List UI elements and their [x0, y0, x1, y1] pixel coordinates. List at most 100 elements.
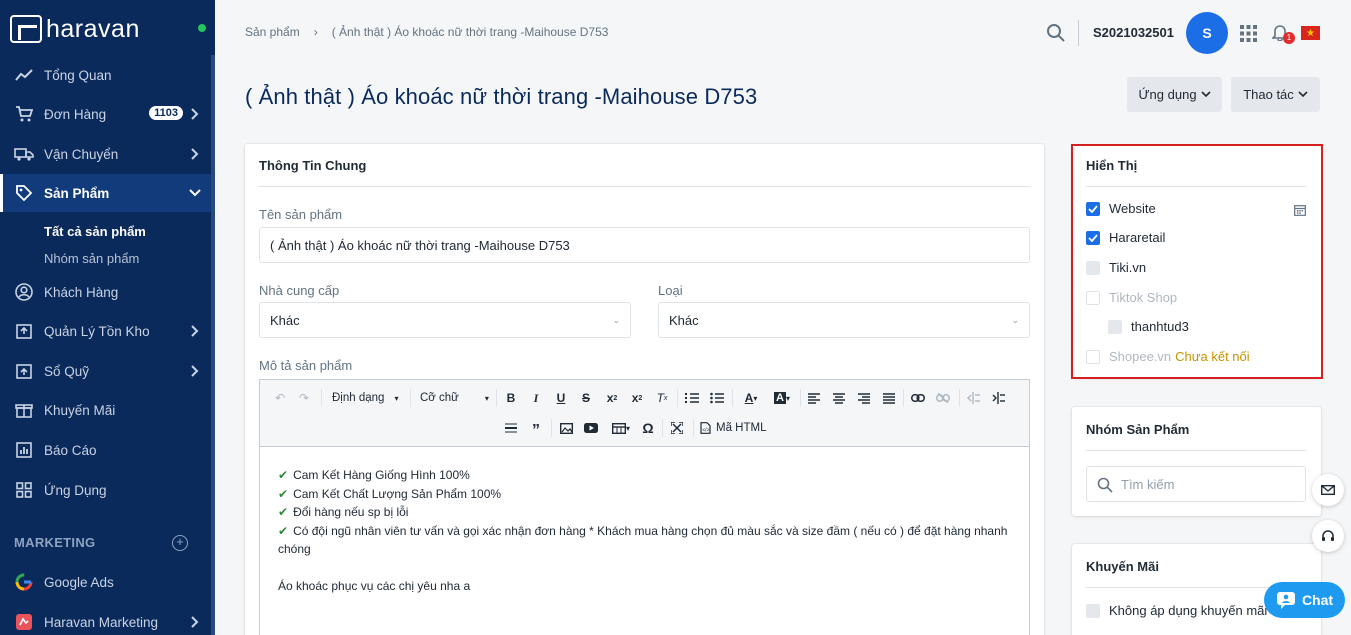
bullet-list-icon[interactable]	[708, 389, 726, 407]
channel-tiktok-account[interactable]: thanhtud3	[1108, 319, 1189, 334]
image-icon[interactable]	[558, 419, 574, 437]
redo-icon[interactable]: ↷	[296, 389, 312, 407]
nav-overview[interactable]: Tổng Quan	[0, 60, 211, 90]
fullscreen-icon[interactable]	[669, 419, 685, 437]
avatar[interactable]: S	[1186, 12, 1228, 54]
no-promotion-option[interactable]: Không áp dụng khuyến mãi	[1086, 603, 1267, 618]
separator	[732, 389, 733, 407]
chevron-down-icon	[1200, 91, 1211, 98]
special-character-icon[interactable]: Ω	[640, 419, 656, 437]
breadcrumb-current: ( Ảnh thật ) Áo khoác nữ thời trang -Mai…	[331, 25, 609, 39]
ordered-list-icon[interactable]	[683, 389, 701, 407]
checkbox-unchecked-icon[interactable]	[1108, 319, 1122, 334]
content-line: ✔ Đổi hàng nếu sp bị lỗi	[278, 505, 409, 520]
text-color-icon[interactable]: A ▾	[739, 389, 763, 407]
mail-icon[interactable]	[1312, 474, 1344, 506]
checkbox-unchecked-icon[interactable]	[1086, 260, 1100, 275]
group-search-input[interactable]: Tìm kiếm	[1086, 466, 1306, 502]
description-editor[interactable]: ↶ ↷ Định dạng ▾ Cỡ chữ ▾ B I U S x2 x2 Tx …	[259, 379, 1030, 635]
google-icon	[14, 573, 34, 591]
align-center-icon[interactable]	[831, 389, 847, 407]
breadcrumb-products-link[interactable]: Sản phẩm	[245, 25, 300, 39]
shop-id[interactable]: S2021032501	[1093, 25, 1174, 40]
table-icon[interactable]: ▾	[608, 419, 634, 437]
channel-hararetail[interactable]: Hararetail	[1086, 230, 1165, 245]
video-icon[interactable]	[583, 419, 599, 437]
chat-label: Chat	[1301, 592, 1334, 608]
format-dropdown[interactable]: Định dạng ▾	[332, 389, 406, 407]
calendar-schedule-icon[interactable]	[1294, 204, 1306, 219]
nav-haravan-marketing[interactable]: Haravan Marketing	[0, 607, 211, 635]
nav-products[interactable]: Sản Phẩm	[0, 174, 211, 212]
separator	[693, 419, 694, 437]
superscript-icon[interactable]: x2	[628, 389, 646, 407]
actions-dropdown-button[interactable]: Thao tác	[1231, 77, 1320, 112]
display-title: Hiển Thị	[1086, 158, 1138, 173]
html-source-button[interactable]: </> Mã HTML	[700, 419, 770, 437]
nav-shipping[interactable]: Vận Chuyển	[0, 139, 211, 169]
channel-tiktok-shop[interactable]: Tiktok Shop	[1086, 290, 1177, 305]
nav-orders[interactable]: Đơn Hàng 1103	[0, 99, 211, 129]
strikethrough-icon[interactable]: S	[578, 389, 594, 407]
checkbox-disabled-icon[interactable]	[1086, 349, 1100, 364]
bold-icon[interactable]: B	[503, 389, 519, 407]
add-marketing-channel-button[interactable]: +	[172, 535, 188, 551]
button-label: Thao tác	[1243, 87, 1294, 102]
haravan-logo[interactable]: haravan	[10, 14, 140, 44]
undo-icon[interactable]: ↶	[272, 389, 288, 407]
unlink-icon[interactable]	[935, 389, 951, 407]
background-color-icon[interactable]: A ▾	[769, 389, 795, 407]
nav-google-ads[interactable]: Google Ads	[0, 567, 211, 597]
type-label: Loại	[658, 283, 683, 298]
search-icon[interactable]	[1046, 23, 1066, 46]
nav-cashbook[interactable]: Sổ Quỹ	[0, 356, 211, 386]
sub-nav-product-groups[interactable]: Nhóm sản phẩm	[44, 251, 139, 266]
align-right-icon[interactable]	[856, 389, 872, 407]
underline-icon[interactable]: U	[553, 389, 569, 407]
product-name-input[interactable]: ( Ảnh thật ) Áo khoác nữ thời trang -Mai…	[259, 227, 1030, 263]
headset-icon[interactable]	[1312, 520, 1344, 552]
cashbook-icon	[14, 362, 34, 380]
align-left-icon[interactable]	[806, 389, 822, 407]
chat-button[interactable]: Chat	[1264, 582, 1345, 618]
subscript-icon[interactable]: x2	[603, 389, 621, 407]
app-launcher-icon[interactable]	[1240, 25, 1257, 45]
nav-customers[interactable]: Khách Hàng	[0, 277, 211, 307]
quote-icon[interactable]: ”	[528, 419, 544, 439]
nav-promotions[interactable]: Khuyến Mãi	[0, 395, 211, 425]
type-select[interactable]: Khác ⌄	[658, 302, 1030, 338]
checkbox-checked-icon[interactable]	[1086, 230, 1100, 245]
not-connected-link[interactable]: Chưa kết nối	[1175, 349, 1249, 364]
nav-label: Google Ads	[44, 574, 114, 590]
chevron-right-icon	[187, 106, 203, 122]
outdent-icon[interactable]	[965, 389, 981, 407]
horizontal-rule-icon[interactable]	[503, 419, 519, 437]
checkbox-unchecked-icon[interactable]	[1086, 603, 1100, 618]
link-icon[interactable]	[910, 389, 926, 407]
editor-content[interactable]: ✔ Cam Kết Hàng Giống Hình 100% ✔ Cam Kết C…	[278, 466, 1008, 596]
checkbox-disabled-icon[interactable]	[1086, 290, 1100, 305]
channel-website[interactable]: Website	[1086, 201, 1156, 216]
nav-apps[interactable]: Ứng Dụng	[0, 475, 211, 505]
breadcrumb: Sản phẩm › ( Ảnh thật ) Áo khoác nữ thời t…	[245, 25, 608, 39]
channel-shopee[interactable]: Shopee.vn Chưa kết nối	[1086, 349, 1250, 364]
chart-trend-icon	[14, 66, 34, 84]
nav-inventory[interactable]: Quản Lý Tồn Kho	[0, 316, 211, 346]
separator	[677, 389, 678, 407]
vietnam-flag-icon[interactable]: ★	[1301, 26, 1320, 40]
italic-icon[interactable]: I	[528, 389, 544, 407]
sub-nav-all-products[interactable]: Tất cả sản phẩm	[44, 224, 146, 239]
justify-icon[interactable]	[881, 389, 897, 407]
nav-label: Tổng Quan	[44, 67, 112, 83]
cart-icon	[14, 105, 34, 123]
vendor-select[interactable]: Khác ⌄	[259, 302, 631, 338]
channel-tiki[interactable]: Tiki.vn	[1086, 260, 1146, 275]
nav-reports[interactable]: Báo Cáo	[0, 435, 211, 465]
sidebar-scrollbar[interactable]	[211, 55, 215, 635]
font-size-dropdown[interactable]: Cỡ chữ ▾	[420, 389, 490, 407]
indent-icon[interactable]	[990, 389, 1006, 407]
clear-format-icon[interactable]: Tx	[653, 389, 671, 407]
apps-dropdown-button[interactable]: Ứng dụng	[1127, 77, 1222, 112]
checkbox-checked-icon[interactable]	[1086, 201, 1100, 216]
search-placeholder: Tìm kiếm	[1121, 476, 1175, 492]
